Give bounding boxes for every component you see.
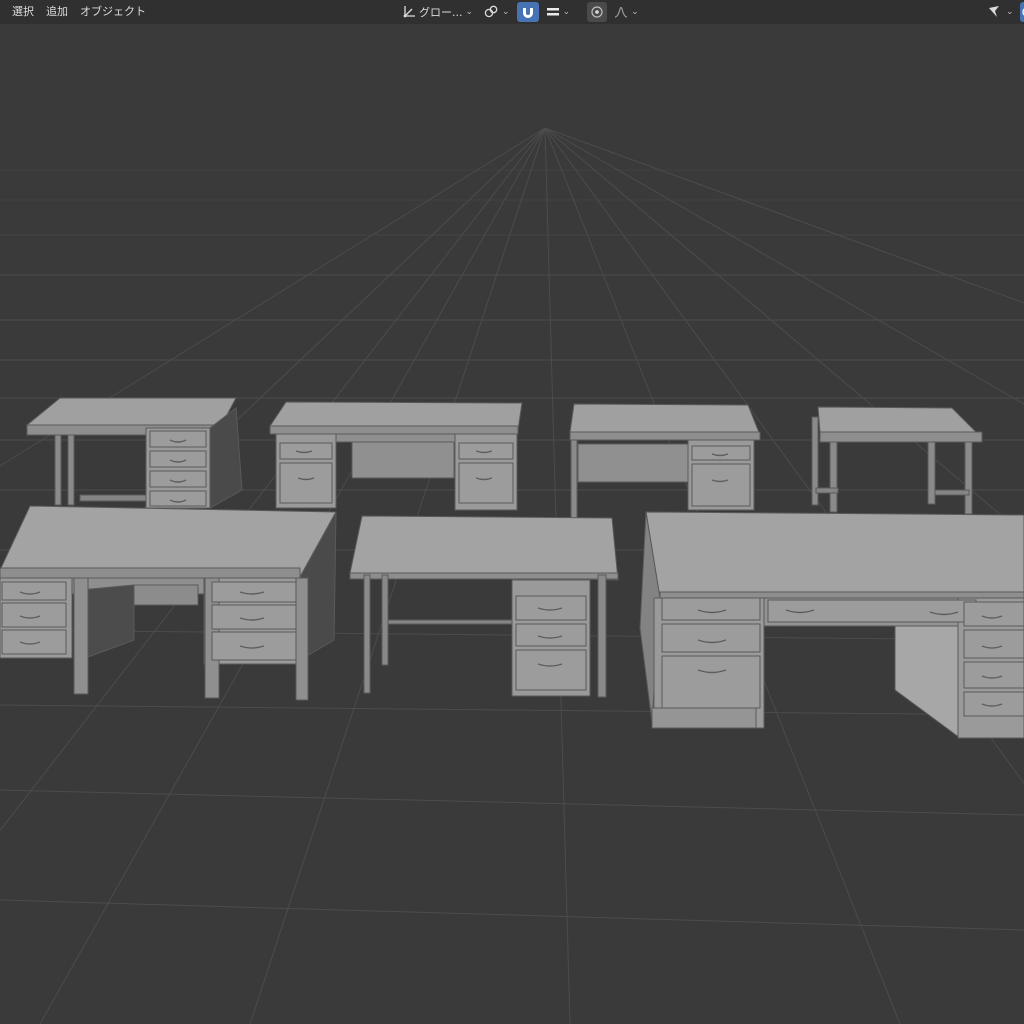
transform-orientation-icon (403, 6, 415, 18)
chevron-down-icon: ⌄ (562, 7, 571, 17)
blender-window: 選択 追加 オブジェクト グロー... ⌄ ⌄ ⌄ ⌄ ⌄ (0, 0, 1024, 1024)
chevron-down-icon: ⌄ (465, 7, 474, 17)
proportional-edit-toggle[interactable] (587, 2, 608, 22)
snap-magnet-icon (522, 8, 533, 18)
pivot-point-icon (484, 5, 498, 18)
falloff-curve-icon (615, 6, 628, 18)
select-tool-icon (989, 6, 999, 17)
chevron-down-icon: ⌄ (1006, 7, 1014, 17)
3d-viewport[interactable] (0, 24, 1024, 1024)
snap-increment-icon (546, 8, 559, 16)
viewport-header: 選択 追加 オブジェクト グロー... ⌄ ⌄ ⌄ ⌄ ⌄ (0, 0, 1024, 24)
proportional-edit-icon (591, 6, 603, 18)
falloff-dropdown[interactable]: ⌄ (611, 2, 642, 22)
header-menu: 選択 追加 オブジェクト (6, 0, 152, 24)
pivot-dropdown[interactable]: ⌄ (480, 2, 513, 22)
overlay-icon (1021, 8, 1024, 16)
chevron-down-icon: ⌄ (631, 7, 639, 17)
select-mode-dropdown[interactable]: ⌄ (984, 2, 1017, 22)
orientation-dropdown[interactable]: グロー... ⌄ (398, 2, 476, 22)
menu-object[interactable]: オブジェクト (74, 0, 152, 24)
snap-target-dropdown[interactable]: ⌄ (543, 2, 574, 22)
snap-toggle[interactable] (516, 2, 539, 22)
transform-tools: グロー... ⌄ ⌄ ⌄ ⌄ (398, 2, 642, 22)
viewport-scene[interactable] (0, 24, 1024, 1024)
header-right-tools: ⌄ (984, 2, 1024, 22)
orientation-label: グロー... (419, 6, 463, 19)
chevron-down-icon: ⌄ (502, 7, 510, 17)
menu-select[interactable]: 選択 (6, 0, 40, 24)
overlay-toggle[interactable] (1019, 2, 1024, 22)
menu-add[interactable]: 追加 (40, 0, 74, 24)
